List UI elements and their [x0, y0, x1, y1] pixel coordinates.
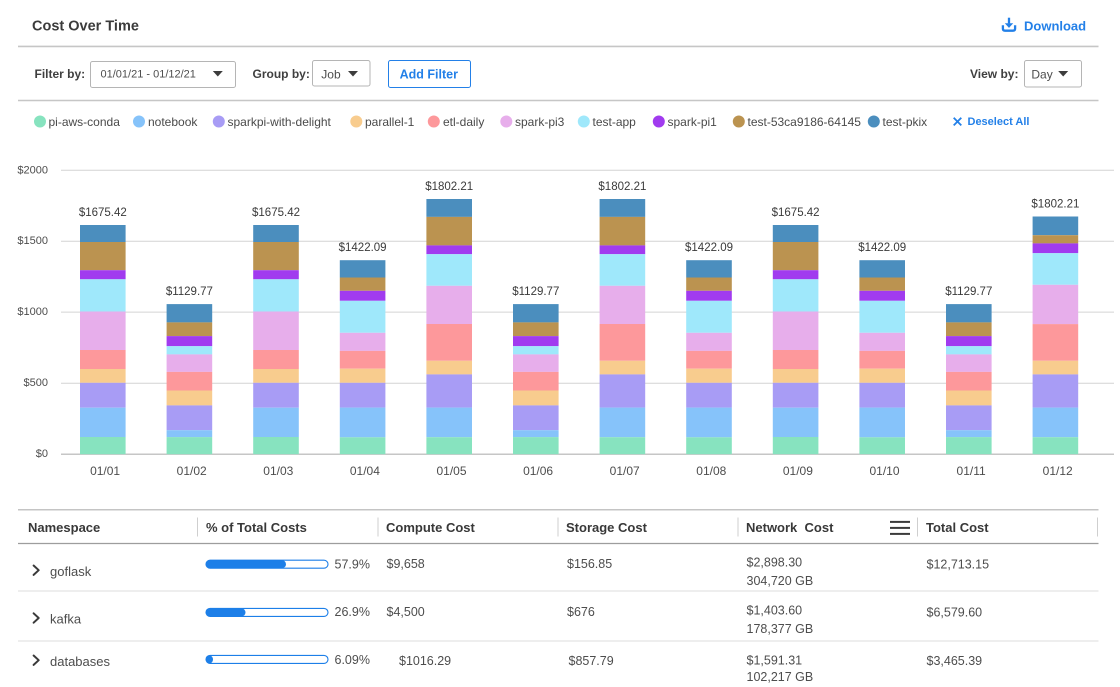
svg-text:View by:: View by: — [970, 67, 1018, 81]
svg-text:$1675.42: $1675.42 — [252, 207, 300, 219]
svg-text:$1422.09: $1422.09 — [685, 242, 733, 254]
svg-text:Job: Job — [321, 67, 341, 81]
svg-text:$500: $500 — [24, 377, 48, 389]
svg-text:spark-pi3: spark-pi3 — [515, 115, 565, 129]
svg-text:57.9%: 57.9% — [335, 557, 370, 571]
svg-text:01/08: 01/08 — [696, 464, 726, 478]
svg-text:01/01/21 - 01/12/21: 01/01/21 - 01/12/21 — [101, 68, 196, 80]
svg-text:spark-pi1: spark-pi1 — [668, 115, 718, 129]
svg-text:$1000: $1000 — [17, 306, 48, 318]
svg-text:$1422.09: $1422.09 — [858, 242, 906, 254]
svg-text:test-53ca9186-64145: test-53ca9186-64145 — [748, 115, 862, 129]
svg-text:Day: Day — [1031, 67, 1052, 81]
svg-text:$2,898.30: $2,898.30 — [747, 556, 803, 570]
svg-text:Add Filter: Add Filter — [400, 67, 458, 81]
svg-text:$1016.29: $1016.29 — [399, 654, 451, 668]
svg-text:$1,403.60: $1,403.60 — [747, 604, 803, 618]
svg-text:01/09: 01/09 — [783, 464, 813, 478]
svg-text:goflask: goflask — [50, 564, 92, 579]
svg-text:etl-daily: etl-daily — [443, 115, 484, 129]
svg-text:01/05: 01/05 — [436, 464, 466, 478]
svg-text:$9,658: $9,658 — [387, 557, 425, 571]
svg-text:178,377 GB: 178,377 GB — [747, 622, 814, 636]
svg-text:$156.85: $156.85 — [567, 557, 612, 571]
svg-text:$2000: $2000 — [17, 164, 48, 176]
svg-text:databases: databases — [50, 654, 110, 669]
svg-text:$1675.42: $1675.42 — [79, 207, 127, 219]
svg-text:01/10: 01/10 — [869, 464, 899, 478]
svg-text:26.9%: 26.9% — [335, 605, 370, 619]
svg-text:Compute Cost: Compute Cost — [386, 520, 476, 535]
svg-text:$1129.77: $1129.77 — [166, 286, 213, 298]
svg-text:$1129.77: $1129.77 — [945, 286, 992, 298]
svg-text:$1422.09: $1422.09 — [339, 242, 387, 254]
svg-text:test-pkix: test-pkix — [883, 115, 928, 129]
svg-text:01/04: 01/04 — [350, 464, 380, 478]
svg-text:01/03: 01/03 — [263, 464, 293, 478]
svg-text:01/12: 01/12 — [1043, 464, 1073, 478]
svg-text:sparkpi-with-delight: sparkpi-with-delight — [228, 115, 332, 129]
svg-text:$4,500: $4,500 — [387, 605, 425, 619]
svg-text:Total Cost: Total Cost — [926, 520, 989, 535]
svg-text:$1500: $1500 — [17, 235, 48, 247]
svg-text:$676: $676 — [567, 605, 595, 619]
svg-text:$1,591.31: $1,591.31 — [747, 653, 803, 667]
svg-text:$12,713.15: $12,713.15 — [927, 558, 990, 572]
svg-text:102,217 GB: 102,217 GB — [747, 670, 814, 684]
svg-text:304,720 GB: 304,720 GB — [747, 574, 814, 588]
svg-text:$857.79: $857.79 — [569, 654, 614, 668]
svg-text:Namespace: Namespace — [28, 520, 100, 535]
svg-text:$1129.77: $1129.77 — [512, 286, 559, 298]
svg-text:Deselect All: Deselect All — [968, 116, 1030, 128]
svg-text:% of Total Costs: % of Total Costs — [206, 520, 307, 535]
svg-text:kafka: kafka — [50, 612, 82, 627]
svg-text:01/06: 01/06 — [523, 464, 553, 478]
svg-text:Storage Cost: Storage Cost — [566, 520, 648, 535]
svg-text:01/01: 01/01 — [90, 464, 120, 478]
svg-text:$6,579.60: $6,579.60 — [927, 605, 983, 619]
svg-text:test-app: test-app — [593, 115, 637, 129]
svg-text:01/07: 01/07 — [610, 464, 640, 478]
svg-text:$0: $0 — [36, 448, 48, 460]
svg-text:$1802.21: $1802.21 — [1031, 199, 1079, 211]
svg-text:pi-aws-conda: pi-aws-conda — [49, 115, 121, 129]
svg-text:parallel-1: parallel-1 — [365, 115, 415, 129]
svg-text:$1675.42: $1675.42 — [772, 207, 820, 219]
svg-text:Cost Over Time: Cost Over Time — [32, 19, 139, 35]
svg-text:6.09%: 6.09% — [335, 653, 370, 667]
svg-text:01/02: 01/02 — [177, 464, 207, 478]
svg-text:Filter by:: Filter by: — [35, 67, 86, 81]
svg-text:$1802.21: $1802.21 — [598, 181, 646, 193]
svg-text:Group by:: Group by: — [253, 67, 310, 81]
svg-text:Network Cost: Network Cost — [746, 520, 834, 535]
svg-text:$1802.21: $1802.21 — [425, 181, 473, 193]
svg-text:01/11: 01/11 — [957, 464, 986, 478]
svg-text:notebook: notebook — [148, 115, 198, 129]
svg-text:Download: Download — [1024, 18, 1086, 33]
svg-text:$3,465.39: $3,465.39 — [927, 654, 983, 668]
